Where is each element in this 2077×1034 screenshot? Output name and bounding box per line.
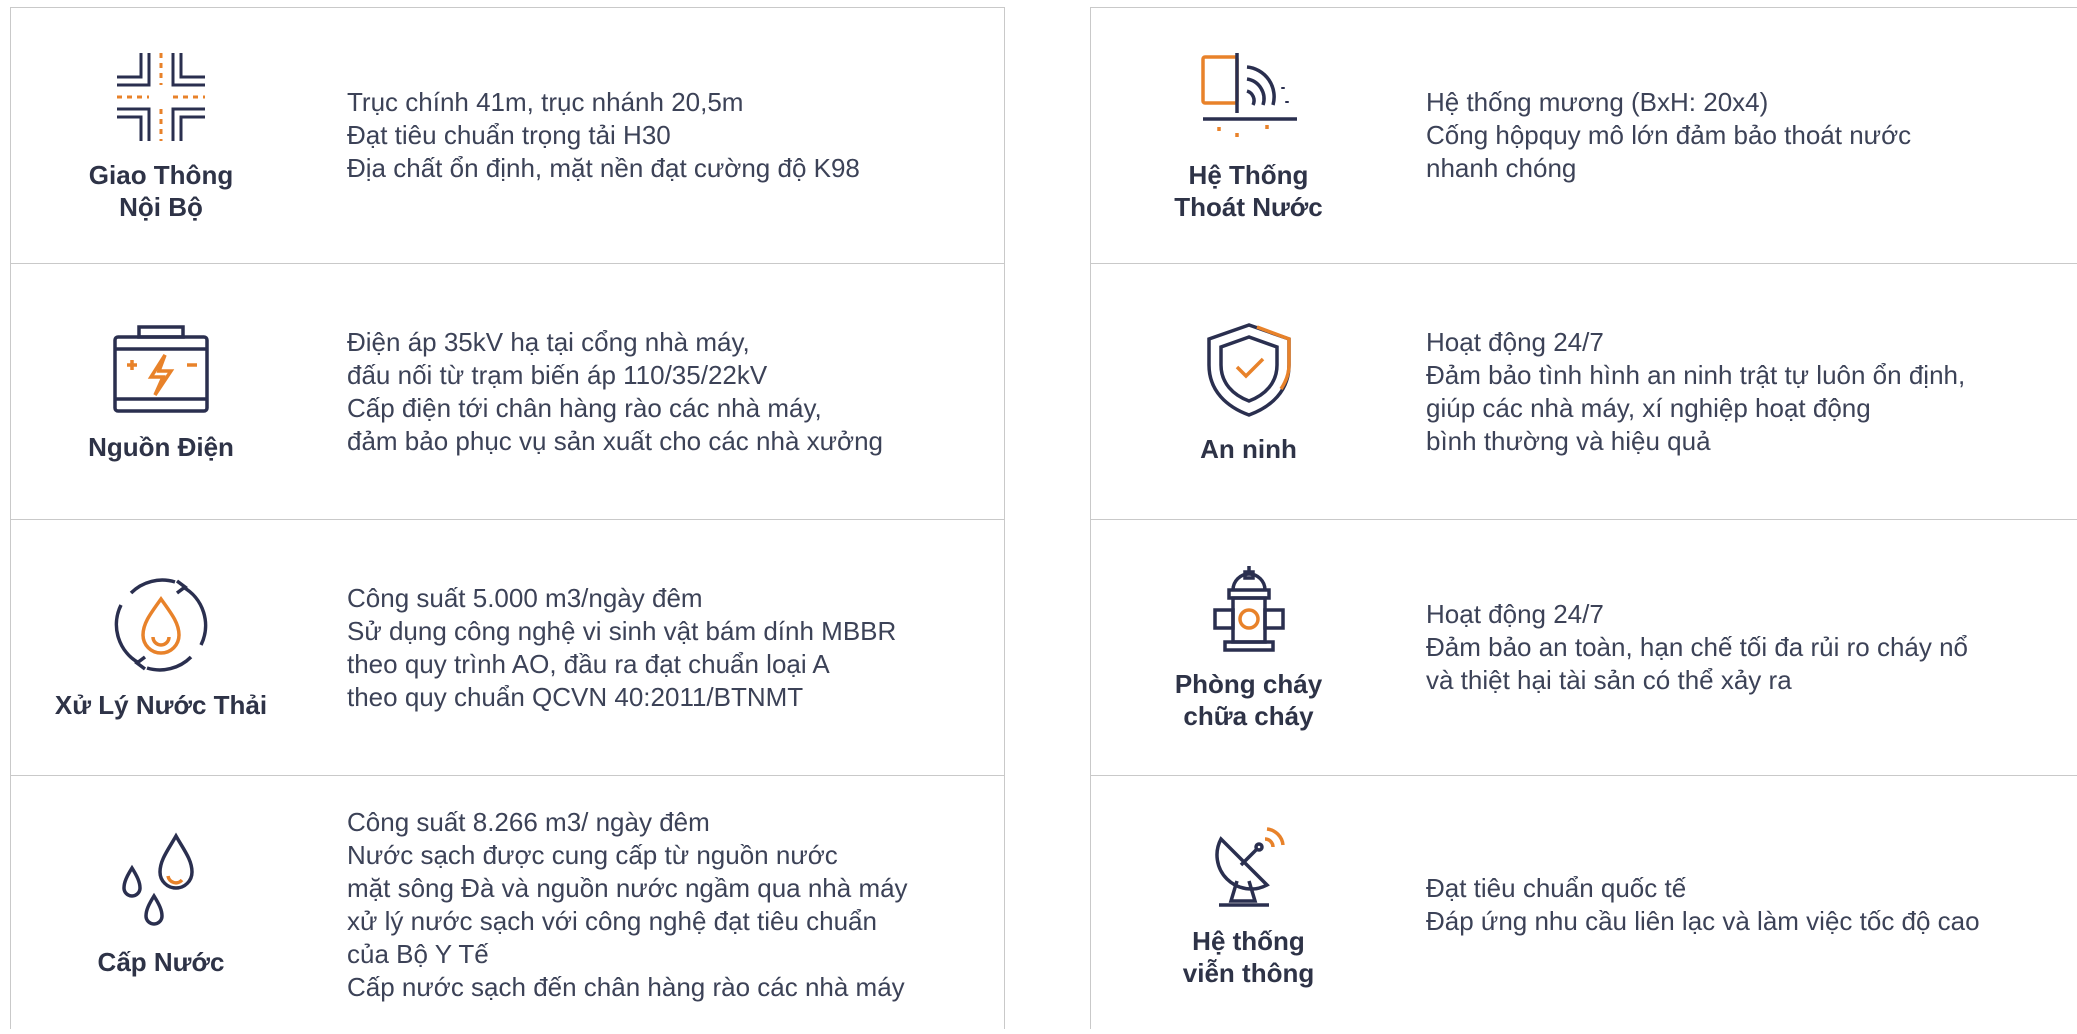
feature-icon-cell: Phòng cháy chữa cháy: [1091, 520, 1406, 775]
feature-row-water-supply: Cấp Nước Công suất 8.266 m3/ ngày đêm Nư…: [11, 776, 1004, 1034]
fire-hydrant-icon: [1209, 564, 1289, 654]
feature-icon-cell: Nguồn Điện: [11, 264, 311, 519]
feature-description: Hoạt động 24/7 Đảm bảo an toàn, hạn chế …: [1406, 520, 2077, 775]
feature-description: Hệ thống mương (BxH: 20x4) Cống hộpquy m…: [1406, 8, 2077, 263]
feature-description: Trục chính 41m, trục nhánh 20,5m Đạt tiê…: [311, 8, 1004, 263]
feature-icon-cell: Giao Thông Nội Bộ: [11, 8, 311, 263]
feature-description: Hoạt động 24/7 Đảm bảo tình hình an ninh…: [1406, 264, 2077, 519]
feature-icon-cell: Hệ Thống Thoát Nước: [1091, 8, 1406, 263]
feature-icon-cell: Xử Lý Nước Thải: [11, 520, 311, 775]
right-column: Hệ Thống Thoát Nước Hệ thống mương (BxH:…: [1090, 7, 2077, 1029]
feature-row-security: An ninh Hoạt động 24/7 Đảm bảo tình hình…: [1091, 264, 2077, 520]
feature-row-internal-traffic: Giao Thông Nội Bộ Trục chính 41m, trục n…: [11, 8, 1004, 264]
satellite-dish-icon: [1207, 821, 1291, 911]
shield-check-icon: [1201, 319, 1297, 419]
water-recycle-icon: [111, 575, 211, 675]
feature-title: Xử Lý Nước Thải: [55, 689, 267, 721]
intersection-icon: [113, 49, 209, 145]
feature-description: Công suất 8.266 m3/ ngày đêm Nước sạch đ…: [311, 776, 1004, 1034]
feature-row-wastewater: Xử Lý Nước Thải Công suất 5.000 m3/ngày …: [11, 520, 1004, 776]
feature-row-telecom: Hệ thống viễn thông Đạt tiêu chuẩn quốc …: [1091, 776, 2077, 1034]
drainage-icon: [1197, 49, 1301, 145]
battery-icon: [109, 321, 213, 417]
feature-description: Đạt tiêu chuẩn quốc tế Đáp ứng nhu cầu l…: [1406, 776, 2077, 1034]
feature-title: Nguồn Điện: [88, 431, 234, 463]
feature-row-power: Nguồn Điện Điện áp 35kV hạ tại cổng nhà …: [11, 264, 1004, 520]
feature-title: Hệ thống viễn thông: [1183, 925, 1314, 989]
feature-title: Giao Thông Nội Bộ: [89, 159, 233, 223]
feature-icon-cell: Hệ thống viễn thông: [1091, 776, 1406, 1034]
feature-row-drainage: Hệ Thống Thoát Nước Hệ thống mương (BxH:…: [1091, 8, 2077, 264]
feature-row-fire-protection: Phòng cháy chữa cháy Hoạt động 24/7 Đảm …: [1091, 520, 2077, 776]
left-column: Giao Thông Nội Bộ Trục chính 41m, trục n…: [10, 7, 1005, 1029]
water-drops-icon: [116, 832, 206, 932]
feature-description: Điện áp 35kV hạ tại cổng nhà máy, đấu nố…: [311, 264, 1004, 519]
feature-icon-cell: An ninh: [1091, 264, 1406, 519]
feature-title: Hệ Thống Thoát Nước: [1174, 159, 1323, 223]
feature-title: Cấp Nước: [98, 946, 225, 978]
feature-icon-cell: Cấp Nước: [11, 776, 311, 1034]
feature-description: Công suất 5.000 m3/ngày đêm Sử dụng công…: [311, 520, 1004, 775]
feature-title: Phòng cháy chữa cháy: [1175, 668, 1322, 732]
feature-title: An ninh: [1200, 433, 1297, 465]
